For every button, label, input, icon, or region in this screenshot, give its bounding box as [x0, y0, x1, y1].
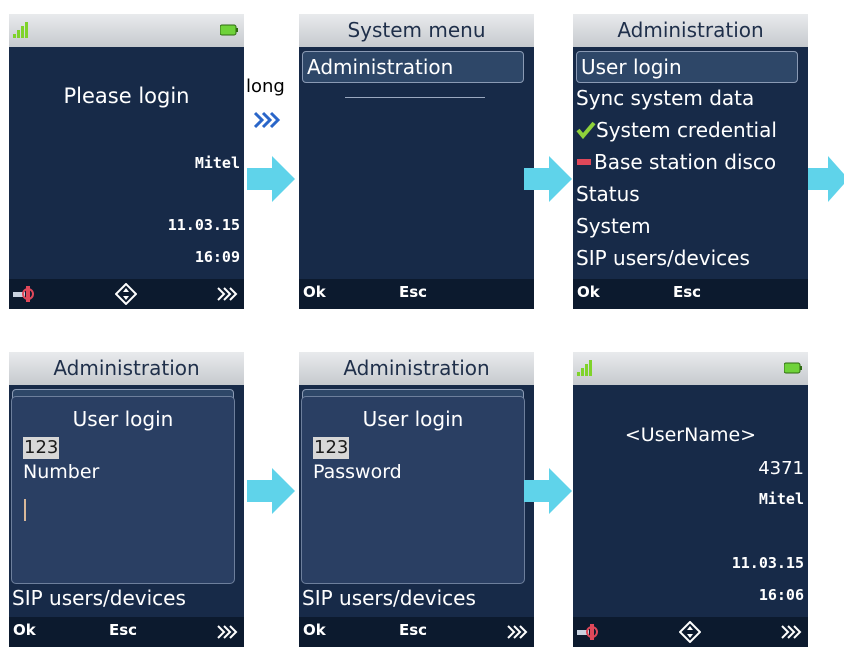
input-mode-indicator: 123 — [23, 437, 60, 459]
number-input[interactable] — [23, 491, 223, 521]
input-mode-indicator: 123 — [313, 437, 350, 459]
flow-arrow-icon — [247, 468, 295, 514]
minus-icon — [577, 159, 591, 165]
signal-icon — [577, 360, 592, 376]
forward-icon[interactable] — [216, 286, 238, 302]
flow-arrow-icon — [524, 156, 572, 202]
forward-icon[interactable] — [216, 624, 238, 640]
ok-softkey[interactable]: Ok — [13, 621, 36, 639]
esc-softkey[interactable]: Esc — [399, 621, 427, 639]
login-message: Please login — [63, 84, 190, 108]
checkmark-icon — [576, 121, 596, 140]
screen-user-login-password: Administration User login SIP users/devi… — [299, 352, 534, 647]
flow-arrow-icon — [808, 156, 844, 202]
menu-item-sip-users-devices: SIP users/devices — [12, 586, 186, 610]
battery-icon — [220, 24, 238, 36]
screen-idle-login: Please login Mitel 11.03.15 16:09 — [9, 14, 244, 309]
menu-item-user-login[interactable]: User login — [576, 51, 798, 83]
brand-label: Mitel — [194, 154, 240, 172]
screen-title: System menu — [299, 14, 534, 47]
flow-arrow-icon — [247, 156, 295, 202]
forward-icon[interactable] — [506, 624, 528, 640]
menu-item-sip-users-devices[interactable]: SIP users/devices — [576, 243, 750, 273]
dialog-title: User login — [362, 407, 464, 431]
date-label: 11.03.15 — [731, 554, 804, 572]
field-label: Password — [313, 461, 402, 483]
esc-softkey[interactable]: Esc — [673, 283, 701, 301]
battery-icon — [784, 362, 802, 374]
divider — [345, 97, 485, 98]
navigation-icon[interactable] — [115, 283, 137, 305]
screen-administration: Administration User login Sync system da… — [573, 14, 808, 309]
screen-title: Administration — [9, 352, 244, 385]
screen-title: Administration — [573, 14, 808, 47]
esc-softkey[interactable]: Esc — [109, 621, 137, 639]
softkey-bar — [9, 279, 244, 309]
password-input[interactable] — [313, 491, 513, 521]
menu-item-administration[interactable]: Administration — [302, 51, 524, 83]
date-label: 11.03.15 — [167, 216, 240, 234]
long-press-label: long — [246, 76, 285, 97]
navigation-icon[interactable] — [679, 621, 701, 643]
softkey-bar: Ok Esc — [299, 617, 534, 647]
keylock-icon[interactable] — [13, 284, 35, 304]
menu-item-sip-users-devices: SIP users/devices — [302, 586, 476, 610]
ok-softkey[interactable]: Ok — [303, 283, 326, 301]
screen-system-menu: System menu Administration Ok Esc — [299, 14, 534, 309]
esc-softkey[interactable]: Esc — [399, 283, 427, 301]
menu-item-system-credential[interactable]: System credential — [576, 115, 777, 145]
softkey-bar: Ok Esc — [573, 279, 808, 309]
flow-arrow-icon — [524, 468, 572, 514]
signal-icon — [13, 22, 28, 38]
field-label: Number — [23, 461, 100, 483]
menu-item-status[interactable]: Status — [576, 179, 640, 209]
username-label: <UserName> — [624, 424, 757, 446]
menu-item-system[interactable]: System — [576, 211, 651, 241]
forward-icon[interactable] — [780, 624, 802, 640]
status-bar — [573, 352, 808, 385]
softkey-bar: Ok Esc — [299, 279, 534, 309]
extension-number: 4371 — [758, 458, 804, 479]
time-label: 16:09 — [194, 248, 240, 266]
text-cursor — [24, 499, 26, 521]
menu-item-base-station-disco[interactable]: Base station disco — [576, 147, 776, 177]
screen-user-login-number: Administration User login SIP users/devi… — [9, 352, 244, 647]
login-dialog: User login 123 Number — [11, 396, 235, 584]
softkey-bar — [573, 617, 808, 647]
brand-label: Mitel — [758, 490, 804, 508]
dialog-title: User login — [72, 407, 174, 431]
login-dialog: User login 123 Password — [301, 396, 525, 584]
keylock-icon[interactable] — [577, 622, 599, 642]
time-label: 16:06 — [758, 586, 804, 604]
forward-icon — [253, 111, 281, 129]
softkey-bar: Ok Esc — [9, 617, 244, 647]
screen-title: Administration — [299, 352, 534, 385]
screen-idle-logged-in: <UserName> 4371 Mitel 11.03.15 16:06 — [573, 352, 808, 647]
status-bar — [9, 14, 244, 47]
ok-softkey[interactable]: Ok — [303, 621, 326, 639]
ok-softkey[interactable]: Ok — [577, 283, 600, 301]
menu-item-sync-system-data[interactable]: Sync system data — [576, 83, 754, 113]
